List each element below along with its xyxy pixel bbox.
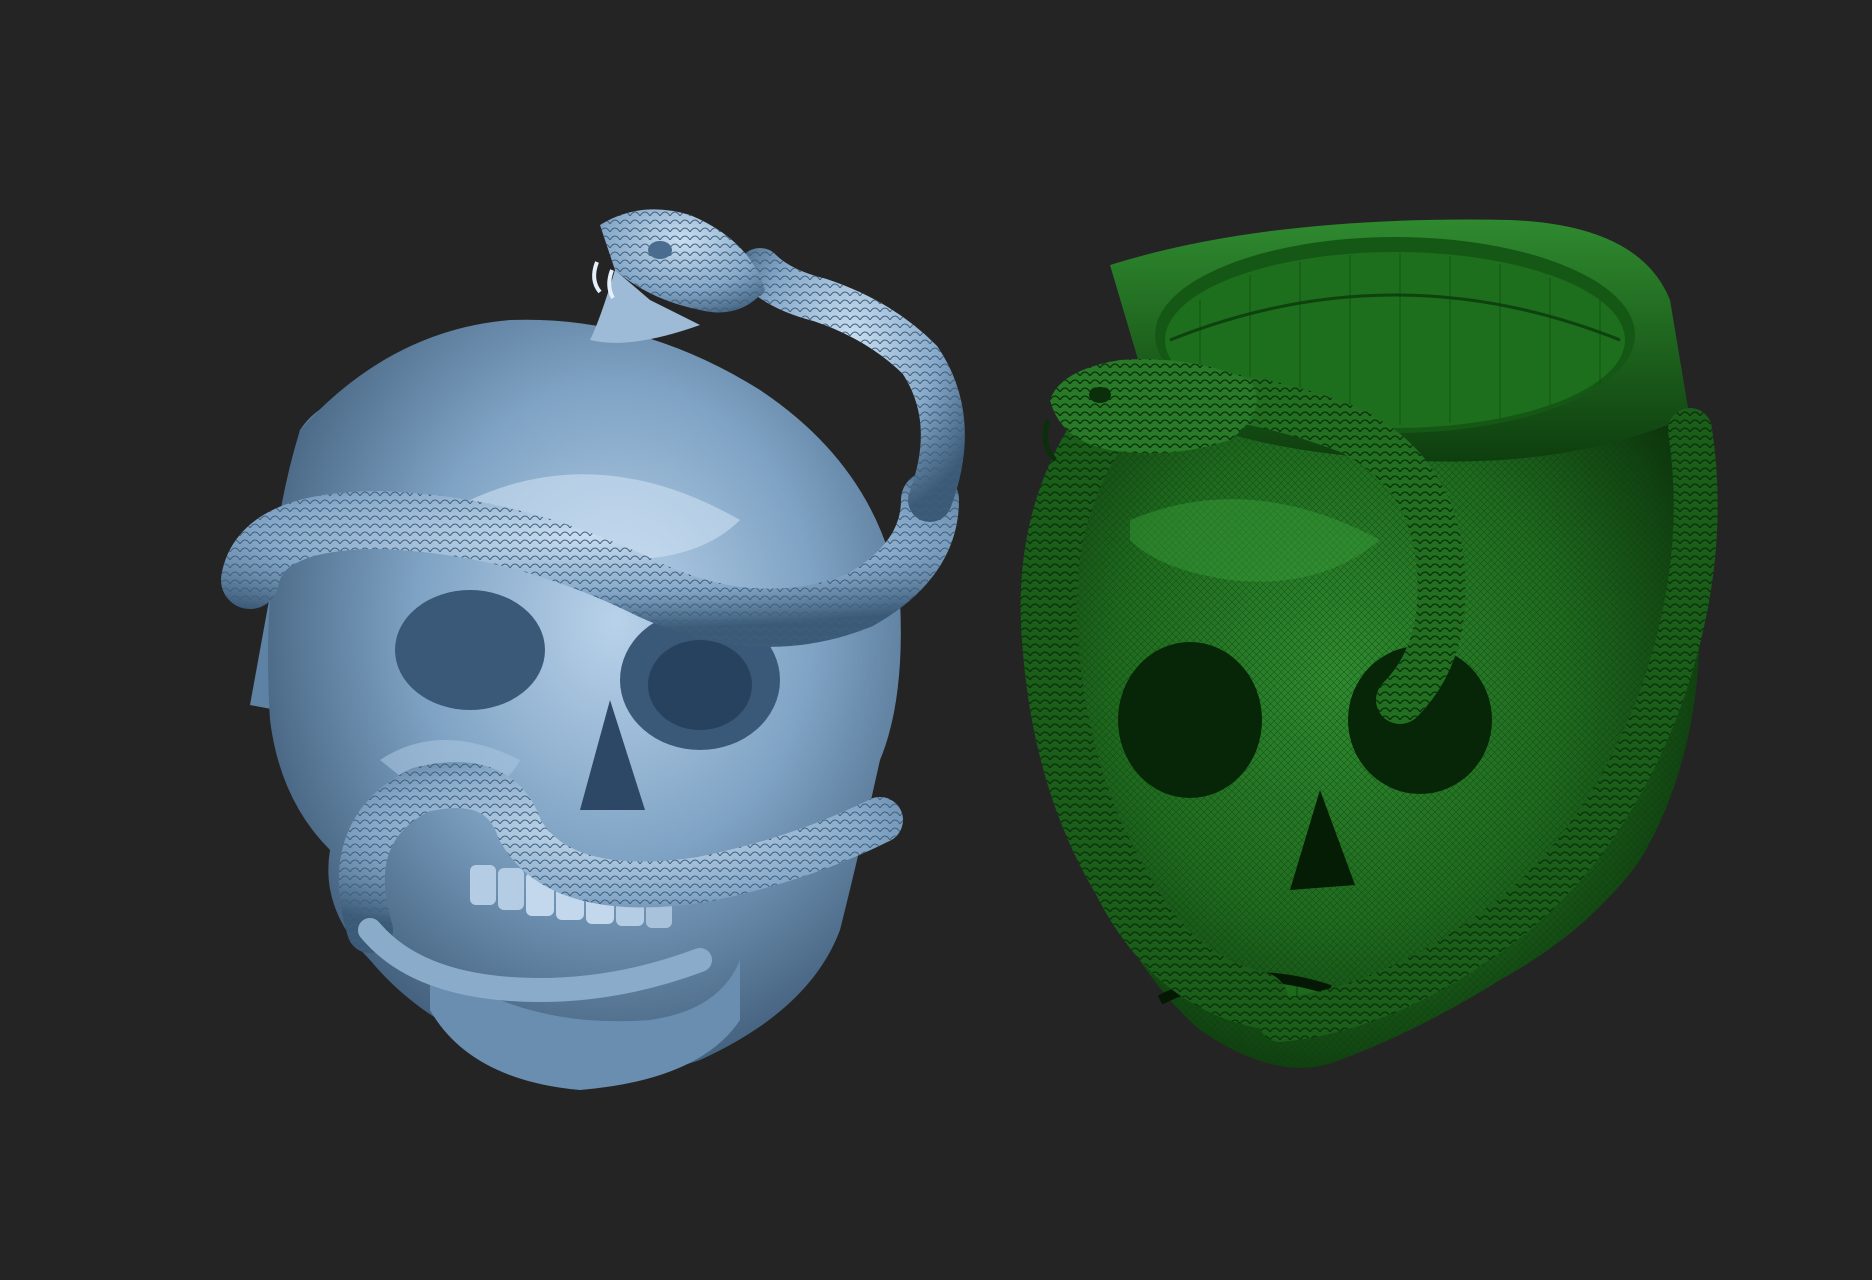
eye-socket-left bbox=[395, 590, 545, 710]
viewport-canvas[interactable] bbox=[0, 0, 1872, 1280]
snake-head-blue bbox=[590, 209, 765, 343]
eye-socket-right-inner bbox=[648, 640, 752, 730]
eye-socket-left-green bbox=[1118, 642, 1262, 798]
skull-ring-wireframe[interactable] bbox=[1020, 219, 1718, 1068]
skull-ring-shaded[interactable] bbox=[221, 209, 965, 1090]
skull-cranium bbox=[268, 319, 901, 1076]
